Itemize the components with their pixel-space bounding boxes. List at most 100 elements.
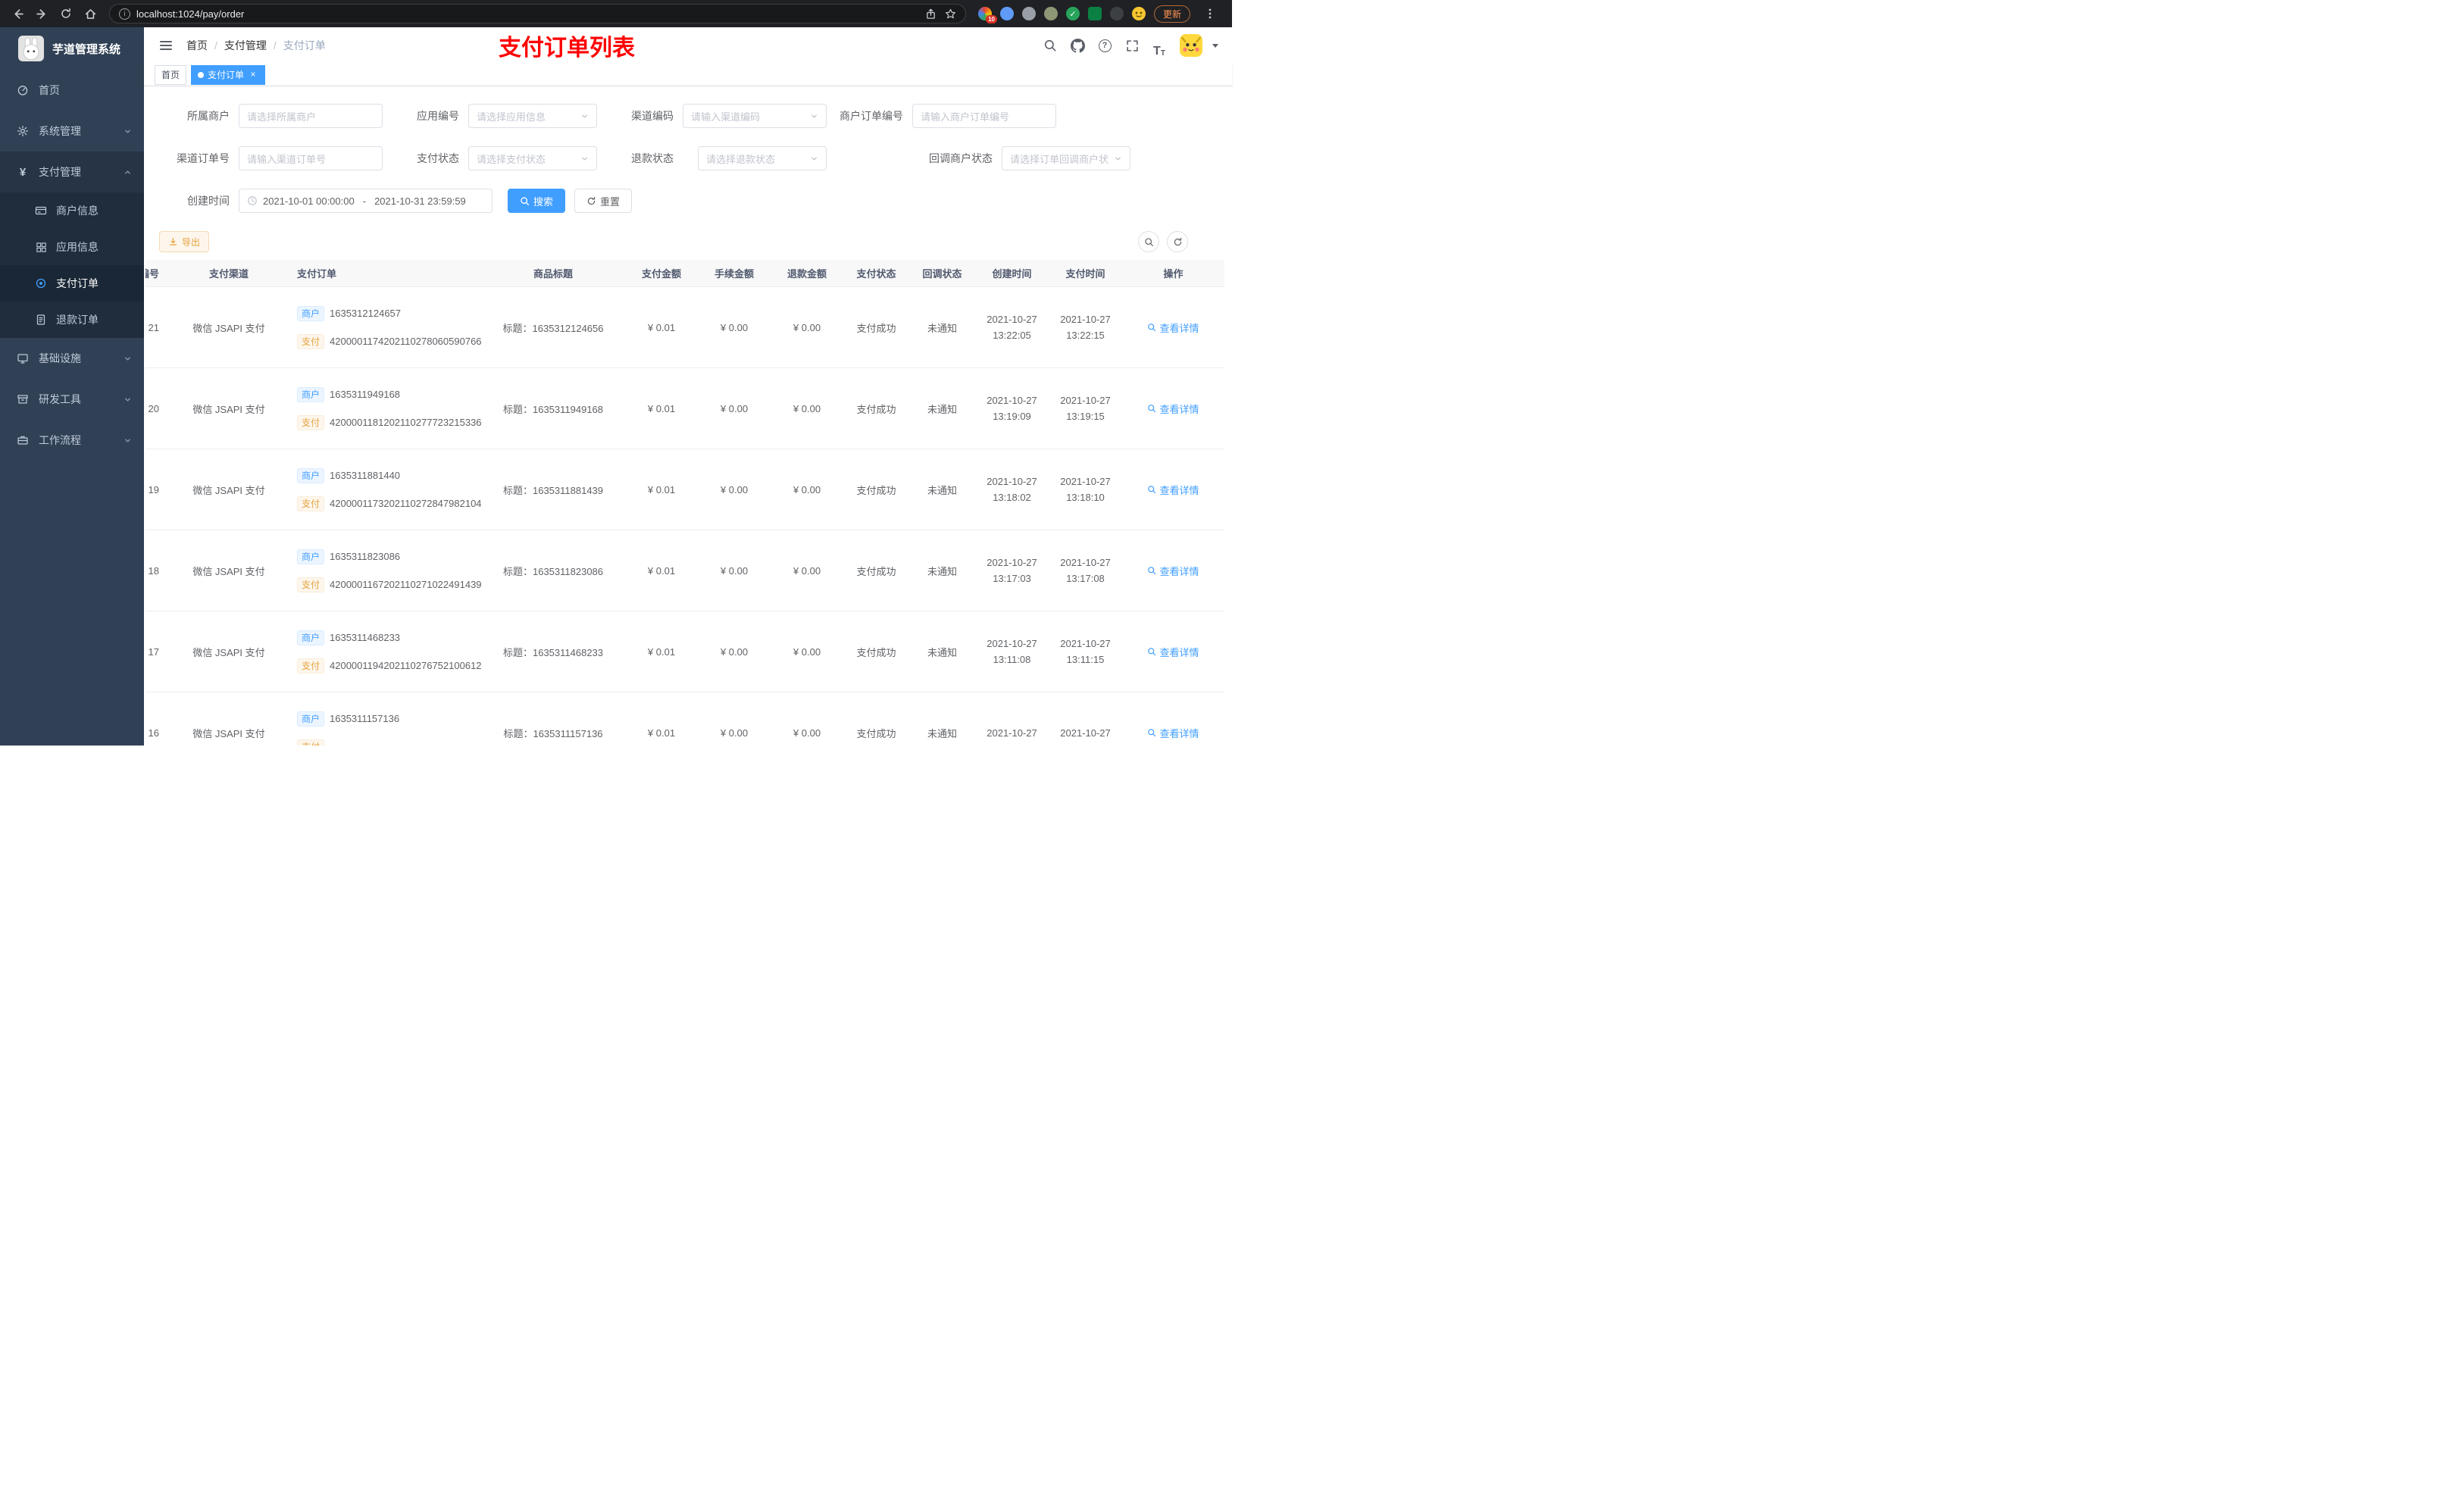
merchant-select-input[interactable]: 请选择所属商户 (239, 104, 383, 128)
sidebar-item-system[interactable]: 系统管理 (0, 111, 144, 152)
view-detail-link[interactable]: 查看详情 (1147, 564, 1199, 578)
sidebar-item-infrastructure[interactable]: 基础设施 (0, 338, 144, 379)
sidebar-item-label: 应用信息 (56, 241, 98, 253)
merchant-order-no: 1635311468233 (330, 632, 401, 643)
filter-label-channel-code: 渠道编码 (631, 110, 674, 122)
pay-order-no: 4200001194202110276752100612 (330, 660, 482, 671)
cell-id: 16 (148, 727, 159, 739)
extension-icon-3[interactable] (1021, 7, 1036, 20)
sidebar-item-app-info[interactable]: 应用信息 (0, 229, 144, 265)
cell-fee: ¥ 0.00 (720, 645, 749, 658)
cell-title: 标题：1635311949168 (502, 403, 604, 415)
sidebar-item-merchant-info[interactable]: 商户信息 (0, 192, 144, 229)
browser-update-button[interactable]: 更新 (1153, 5, 1190, 23)
browser-home-icon[interactable] (79, 2, 102, 25)
col-header-pay-time: 支付时间 (1065, 268, 1105, 280)
table-row: 16 微信 JSAPI 支付 商户 1635311157136 支付 标题：16… (145, 692, 1224, 746)
navbar-actions: ? TT (1039, 33, 1221, 58)
user-avatar[interactable] (1180, 34, 1202, 57)
table-row: 18 微信 JSAPI 支付 商户 1635311823086 支付 42000… (145, 530, 1224, 611)
cell-actions: 查看详情 (1122, 320, 1224, 335)
export-button[interactable]: 导出 (159, 231, 210, 252)
app-no-select[interactable]: 请选择应用信息 (468, 104, 597, 128)
table-row: 21 微信 JSAPI 支付 商户 1635312124657 支付 42000… (145, 287, 1224, 368)
address-bar[interactable]: i localhost:1024/pay/order (109, 4, 966, 23)
sidebar-item-payment[interactable]: ¥ 支付管理 (0, 152, 144, 192)
cell-actions: 查看详情 (1122, 726, 1224, 740)
view-detail-link[interactable]: 查看详情 (1147, 483, 1199, 497)
breadcrumb-payment[interactable]: 支付管理 (224, 38, 267, 53)
view-detail-link[interactable]: 查看详情 (1147, 320, 1199, 335)
header-search-icon[interactable] (1039, 33, 1062, 58)
extension-icon-8[interactable] (1131, 7, 1146, 20)
extension-icon-7[interactable] (1109, 7, 1124, 20)
briefcase-icon (17, 434, 29, 446)
cell-channel: 微信 JSAPI 支付 (192, 484, 265, 496)
help-icon[interactable]: ? (1093, 33, 1116, 58)
merchant-order-no: 1635311949168 (330, 389, 401, 400)
tag-home[interactable]: 首页 (155, 64, 187, 85)
site-info-icon[interactable]: i (119, 8, 130, 20)
table-header-row: 编号 支付渠道 支付订单 商品标题 支付金额 手续金额 退款金额 支付状态 回调… (145, 260, 1224, 287)
avatar-dropdown-caret-icon[interactable] (1212, 43, 1218, 48)
pay-badge: 支付 (297, 577, 325, 592)
bookmark-star-icon[interactable] (941, 4, 961, 23)
refresh-icon[interactable] (1167, 231, 1188, 252)
merchant-order-no: 1635311881440 (330, 470, 401, 481)
tag-close-icon[interactable]: × (248, 69, 258, 80)
sidebar-item-refund-order[interactable]: 退款订单 (0, 302, 144, 338)
cell-pay-time: 2021-10-27 13:17:08 (1060, 557, 1111, 584)
col-header-channel: 支付渠道 (208, 268, 249, 280)
filter-row-3: 创建时间 2021-10-01 00:00:00 - 2021-10-31 23… (159, 189, 1232, 213)
page-content: 所属商户 请选择所属商户 应用编号 请选择应用信息 渠道编码 请输入渠道编码 商… (144, 86, 1232, 746)
search-button[interactable]: 搜索 (508, 189, 566, 213)
app-title: 芋道管理系统 (52, 42, 121, 56)
sidebar-item-workflow[interactable]: 工作流程 (0, 420, 144, 461)
sidebar-toggle-icon[interactable] (158, 37, 174, 54)
cell-create-time: 2021-10-27 13:11:08 (987, 638, 1037, 665)
sidebar-item-pay-order[interactable]: 支付订单 (0, 265, 144, 302)
breadcrumb-home[interactable]: 首页 (186, 38, 208, 53)
channel-code-select[interactable]: 请输入渠道编码 (683, 104, 827, 128)
extension-icon-6[interactable] (1087, 7, 1102, 20)
tag-pay-order[interactable]: 支付订单 × (191, 64, 266, 85)
view-detail-link[interactable]: 查看详情 (1147, 645, 1199, 659)
share-icon[interactable] (921, 4, 941, 23)
extension-icon-4[interactable] (1043, 7, 1058, 20)
table-body: 21 微信 JSAPI 支付 商户 1635312124657 支付 42000… (145, 287, 1224, 746)
refund-status-select[interactable]: 请选择退款状态 (698, 146, 827, 170)
sidebar-item-label: 首页 (39, 84, 60, 96)
extension-icon-5[interactable]: ✓ (1065, 7, 1080, 20)
app-logo[interactable]: 芋道管理系统 (0, 27, 144, 70)
reset-button[interactable]: 重置 (574, 189, 633, 213)
cell-pay-order: 商户 1635312124657 支付 42000011742021102780… (289, 287, 482, 367)
create-time-range-picker[interactable]: 2021-10-01 00:00:00 - 2021-10-31 23:59:5… (239, 189, 492, 213)
merchant-order-no-input[interactable]: 请输入商户订单编号 (912, 104, 1056, 128)
font-size-icon[interactable]: TT (1148, 33, 1171, 58)
cell-channel: 微信 JSAPI 支付 (192, 403, 265, 415)
chevron-down-icon (810, 155, 818, 163)
browser-forward-icon[interactable] (30, 2, 53, 25)
cell-id: 17 (148, 645, 159, 658)
fullscreen-icon[interactable] (1121, 33, 1143, 58)
chevron-down-icon (124, 395, 132, 404)
sidebar: 芋道管理系统 首页 系统管理 ¥ 支付管理 商户信息 应用信息 支付订单 退款订… (0, 27, 144, 746)
extension-icon-1[interactable]: 10 (977, 7, 997, 23)
notify-status-select[interactable]: 请选择订单回调商户状态 (1002, 146, 1130, 170)
view-detail-link[interactable]: 查看详情 (1147, 402, 1199, 416)
cell-notify: 未通知 (927, 565, 957, 577)
browser-menu-icon[interactable] (1199, 2, 1221, 25)
github-icon[interactable] (1066, 33, 1089, 58)
toggle-search-icon[interactable] (1138, 231, 1159, 252)
sidebar-item-devtools[interactable]: 研发工具 (0, 379, 144, 420)
sidebar-item-home[interactable]: 首页 (0, 70, 144, 111)
cell-id: 19 (148, 483, 159, 495)
pay-status-select[interactable]: 请选择支付状态 (468, 146, 597, 170)
browser-reload-icon[interactable] (55, 2, 77, 25)
sidebar-item-label: 支付订单 (56, 277, 98, 289)
channel-order-no-input[interactable]: 请输入渠道订单号 (239, 146, 383, 170)
browser-back-icon[interactable] (6, 2, 29, 25)
view-detail-link[interactable]: 查看详情 (1147, 726, 1199, 740)
extension-icon-2[interactable] (999, 7, 1014, 20)
cell-fee: ¥ 0.00 (720, 402, 749, 414)
